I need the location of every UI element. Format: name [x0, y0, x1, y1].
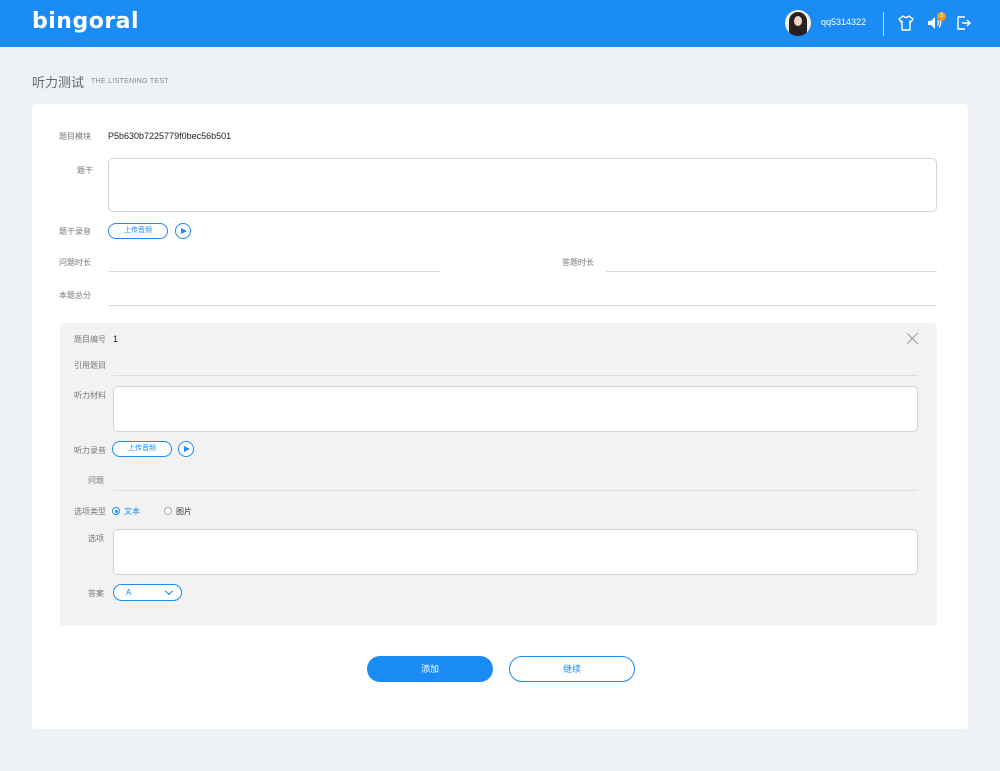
notification-badge: 3: [937, 12, 946, 21]
question-number-label: 题目编号: [74, 335, 106, 344]
listening-upload-audio-button[interactable]: 上传音频: [112, 441, 172, 457]
logout-icon[interactable]: [955, 14, 973, 32]
listening-audio-label: 听力录音: [74, 446, 106, 455]
question-number-value: 1: [113, 334, 119, 344]
listening-play-icon[interactable]: [178, 441, 194, 457]
stem-audio-label: 题干录音: [59, 227, 91, 236]
answer-select[interactable]: A: [113, 584, 182, 601]
answer-duration-input[interactable]: [606, 271, 937, 272]
answer-select-value: A: [126, 588, 132, 597]
stem-label: 题干: [77, 166, 93, 175]
reference-question-label: 引用题目: [74, 361, 106, 370]
page-title: 听力测试: [32, 75, 85, 90]
close-icon[interactable]: [906, 332, 919, 345]
options-label: 选项: [88, 534, 104, 543]
brand-logo[interactable]: bingoral: [32, 9, 139, 34]
question-duration-label: 问题时长: [59, 258, 91, 267]
option-type-text-radio[interactable]: [112, 507, 120, 515]
stem-play-icon[interactable]: [175, 223, 191, 239]
module-label: 题目模块: [59, 132, 91, 141]
options-textarea[interactable]: [113, 529, 918, 575]
header-divider: [883, 12, 884, 36]
module-value: P5b630b7225779f0bec56b501: [108, 131, 232, 141]
answer-label: 答案: [88, 589, 104, 598]
continue-button[interactable]: 继续: [509, 656, 635, 682]
subquestion-panel: [60, 323, 937, 626]
shirt-icon[interactable]: [897, 14, 915, 32]
listening-material-label: 听力材料: [74, 391, 106, 400]
user-avatar[interactable]: [785, 10, 811, 36]
question-input[interactable]: [113, 490, 918, 491]
option-type-image-label[interactable]: 图片: [176, 506, 192, 517]
stem-upload-audio-button[interactable]: 上传音频: [108, 223, 168, 239]
answer-duration-label: 答题时长: [562, 258, 594, 267]
option-type-text-label[interactable]: 文本: [124, 506, 140, 517]
page-subtitle: THE LISTENING TEST: [91, 78, 170, 85]
option-type-label: 选项类型: [74, 507, 106, 516]
question-duration-input[interactable]: [108, 271, 440, 272]
option-type-image-radio[interactable]: [164, 507, 172, 515]
listening-material-textarea[interactable]: [113, 386, 918, 432]
chevron-down-icon: [164, 586, 174, 596]
reference-question-input[interactable]: [113, 375, 918, 376]
total-score-input[interactable]: [108, 305, 937, 306]
total-score-label: 本题总分: [59, 291, 91, 300]
stem-textarea[interactable]: [108, 158, 937, 212]
username[interactable]: qq5314322: [821, 17, 866, 27]
top-bar: bingoral qq5314322 3: [0, 0, 1000, 47]
question-label: 问题: [88, 476, 104, 485]
add-button[interactable]: 添加: [367, 656, 493, 682]
